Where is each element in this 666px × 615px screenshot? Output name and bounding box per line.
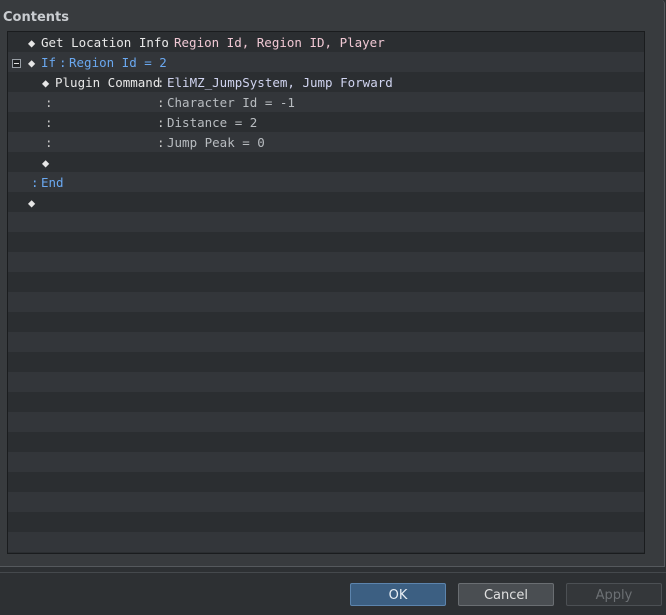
list-item[interactable]: ◆ [8,193,644,213]
event-command-list[interactable]: ◆ Get Location Info : Region Id, Region … [7,31,645,554]
diamond-icon: ◆ [28,36,36,50]
list-item[interactable]: : : Distance = 2 [8,113,644,133]
list-item[interactable]: ◆ Get Location Info : Region Id, Region … [8,33,644,53]
separator: : [157,75,165,90]
list-item[interactable]: : End [8,173,644,193]
cancel-button[interactable]: Cancel [458,583,554,606]
command-args: EliMZ_JumpSystem, Jump Forward [167,75,393,90]
command-args: Region Id, Region ID, Player [174,35,385,50]
command-name: End [41,175,64,190]
separator: : [31,175,39,190]
diamond-icon: ◆ [28,196,36,210]
command-args: Distance = 2 [167,115,258,130]
command-name: If [41,55,57,70]
continuation-marker: : [45,115,53,130]
ok-button[interactable]: OK [350,583,446,606]
command-args: Region Id = 2 [69,55,167,70]
separator: : [157,95,165,110]
command-args: Jump Peak = 0 [167,135,265,150]
diamond-icon: ◆ [28,56,36,70]
separator: : [157,115,165,130]
continuation-marker: : [45,135,53,150]
list-item[interactable]: ◆ If : Region Id = 2 [8,53,644,73]
list-item[interactable]: : : Jump Peak = 0 [8,133,644,153]
list-item[interactable]: : : Character Id = -1 [8,93,644,113]
separator: : [59,55,67,70]
list-item[interactable]: ◆ Plugin Command : EliMZ_JumpSystem, Jum… [8,73,644,93]
collapse-icon[interactable] [12,59,21,68]
separator: : [163,35,171,50]
command-name: Get Location Info [41,35,169,50]
diamond-icon: ◆ [42,156,50,170]
divider [0,572,666,573]
separator: : [157,135,165,150]
diamond-icon: ◆ [42,76,50,90]
command-args: Character Id = -1 [167,95,295,110]
command-name: Plugin Command [55,75,161,90]
continuation-marker: : [45,95,53,110]
contents-panel: Contents ◆ Get Location Info : Region Id… [0,0,665,567]
list-item[interactable]: ◆ [8,153,644,173]
panel-title: Contents [3,10,69,25]
apply-button[interactable]: Apply [566,583,662,606]
